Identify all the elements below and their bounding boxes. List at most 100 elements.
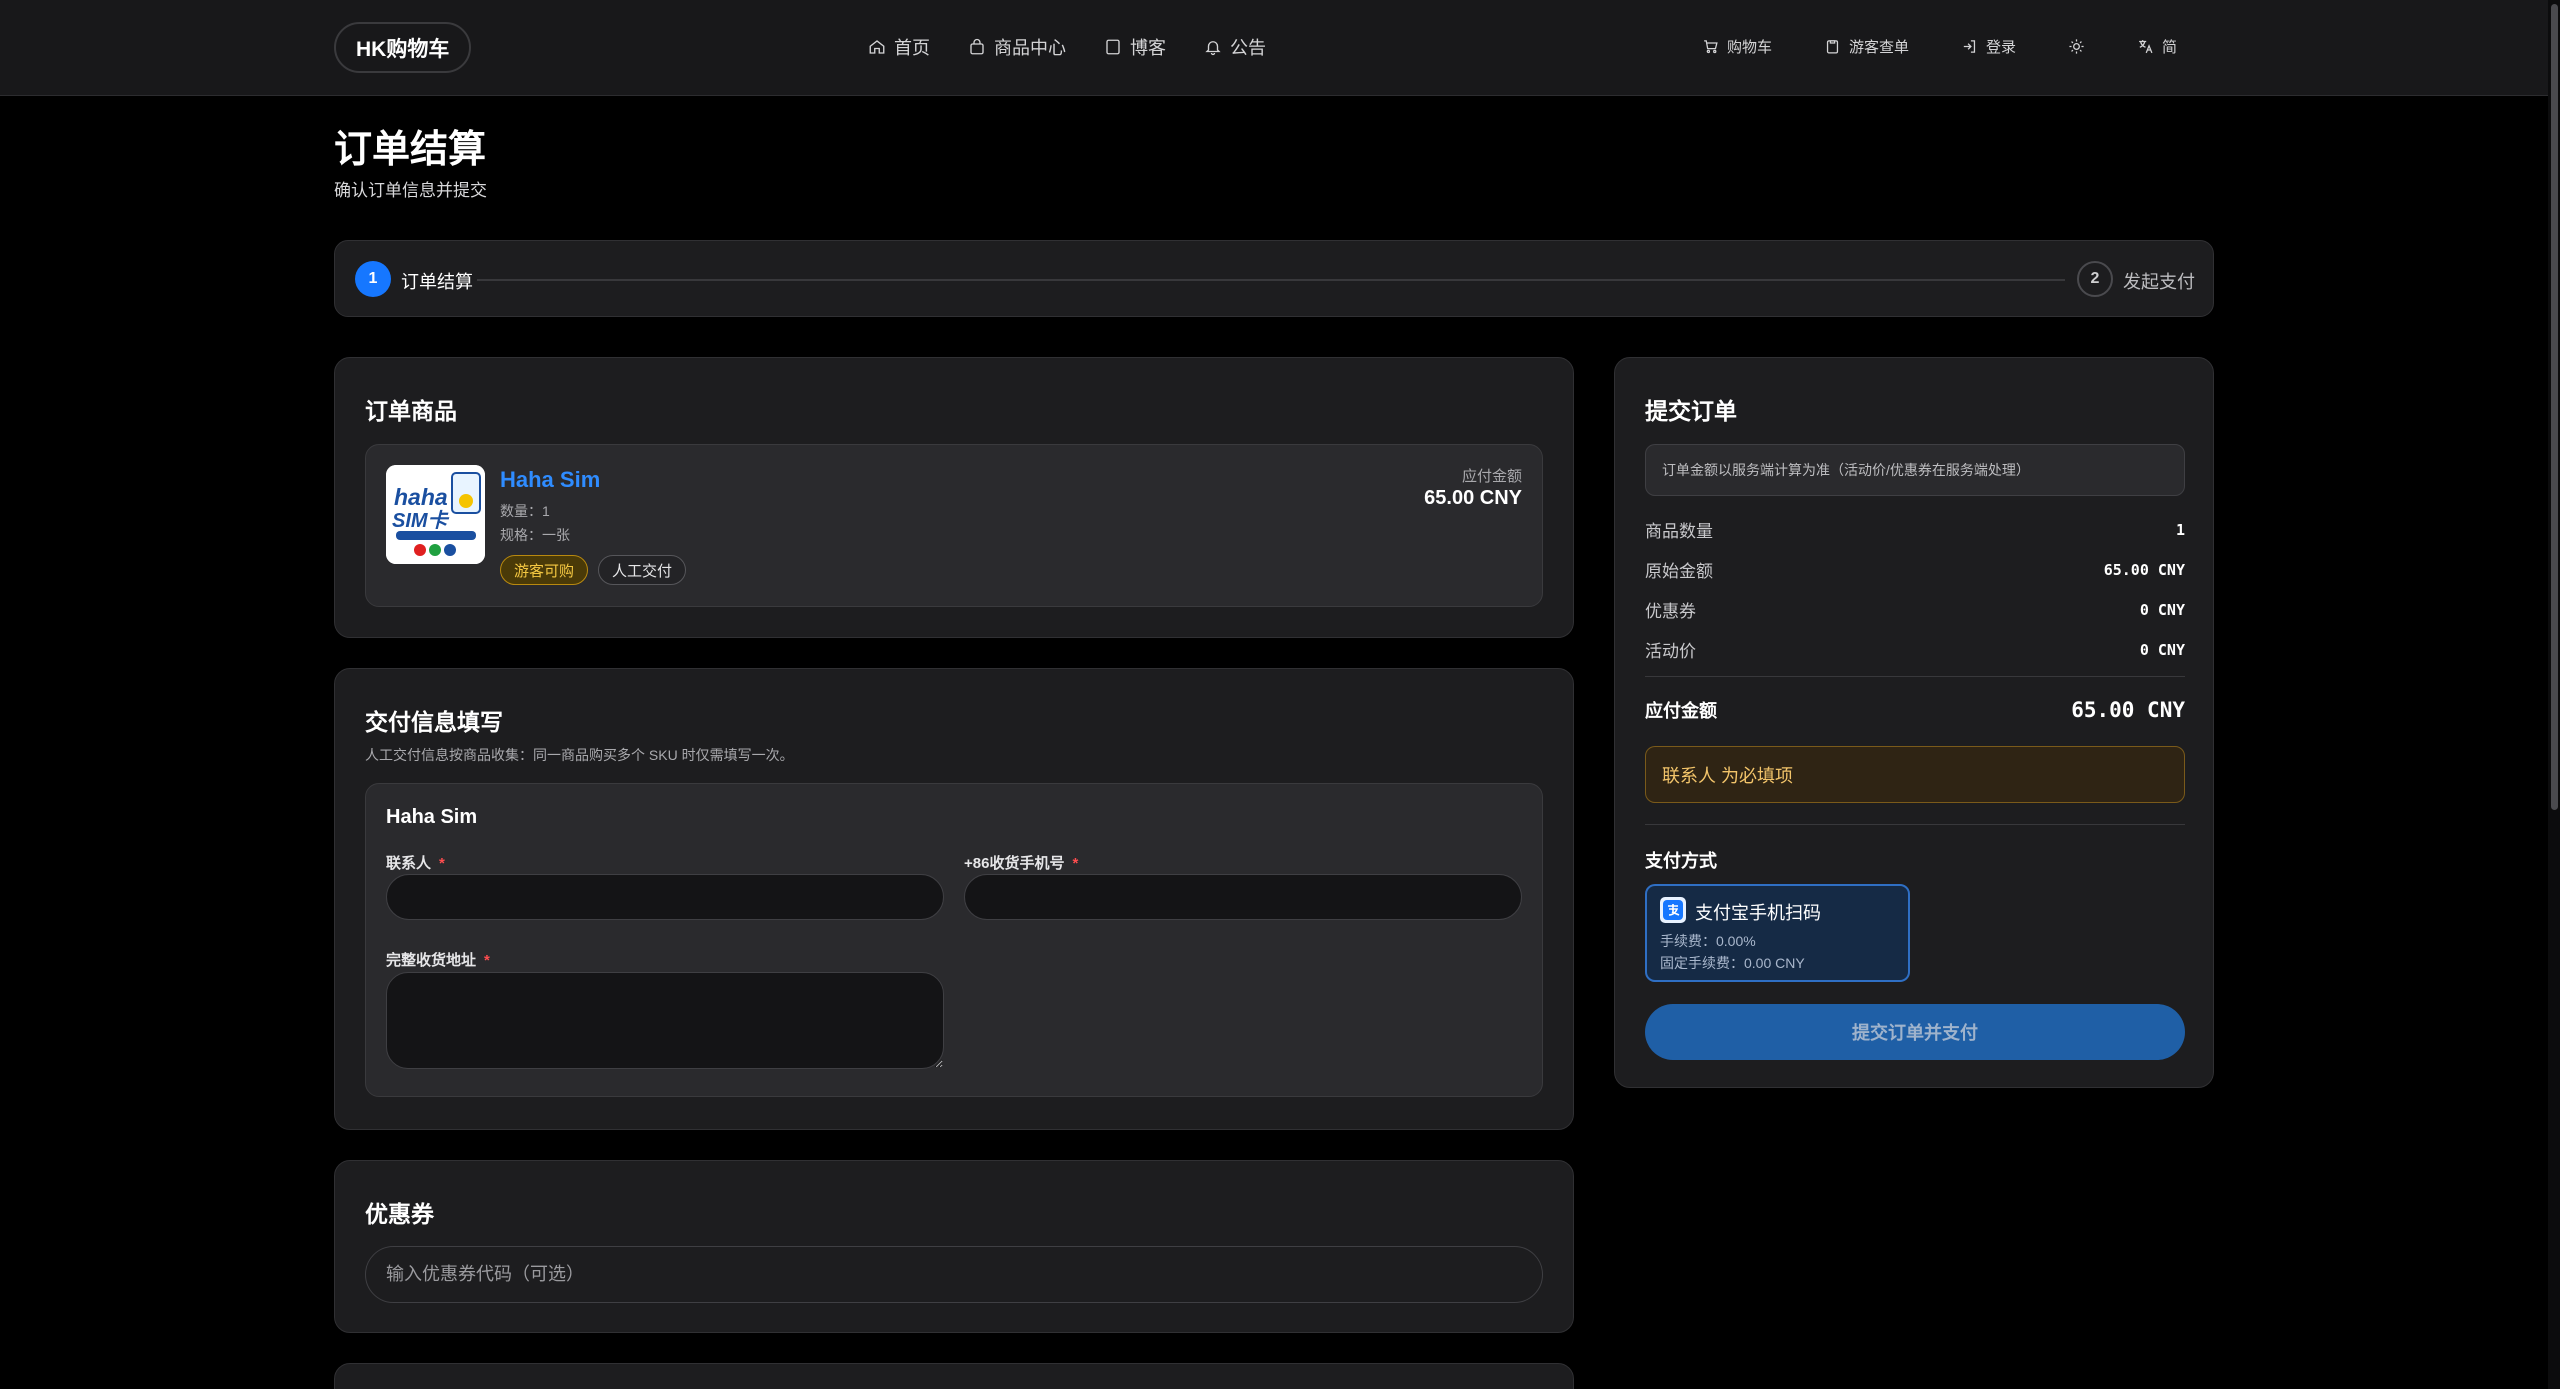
- summary-original-label: 原始金额: [1645, 562, 1713, 581]
- page-subtitle: 确认订单信息并提交: [334, 181, 487, 200]
- nav-products[interactable]: 商品中心: [968, 34, 1066, 60]
- manual-delivery-tag: 人工交付: [598, 555, 687, 585]
- product-name-link[interactable]: Haha Sim: [500, 467, 600, 493]
- contact-label: 联系人 *: [386, 852, 445, 873]
- payable-amount-label: 应付金额: [1461, 468, 1522, 485]
- payment-fee-rate: 手续费：0.00%: [1660, 933, 1756, 949]
- payment-method-title: 支付方式: [1645, 851, 1717, 871]
- nav-announcements[interactable]: 公告: [1204, 34, 1266, 60]
- haha-sim-logo: haha SIM卡: [386, 465, 485, 564]
- phone-label-text: +86收货手机号: [964, 855, 1065, 872]
- contact-input[interactable]: [386, 874, 944, 920]
- main-nav: 首页 商品中心 博客 公告: [868, 34, 1266, 60]
- guest-purchase-tag: 游客可购: [500, 555, 589, 585]
- required-marker: *: [439, 855, 445, 872]
- order-items-card: 订单商品 haha SIM卡 Haha Sim 数量：1 规格：一张 游客可购 …: [334, 357, 1574, 638]
- page-title: 订单结算: [334, 129, 487, 171]
- summary-quantity-label: 商品数量: [1645, 522, 1713, 541]
- payment-option-name: 支付宝手机扫码: [1695, 903, 1821, 923]
- translate-icon: [2139, 40, 2153, 54]
- next-section-card: [334, 1363, 1574, 1389]
- summary-coupon-label: 优惠券: [1645, 602, 1696, 621]
- nav-products-label: 商品中心: [994, 38, 1066, 58]
- product-thumbnail[interactable]: haha SIM卡: [386, 465, 485, 564]
- payable-amount-value: 65.00 CNY: [1424, 487, 1522, 509]
- login-icon: [1963, 40, 1976, 53]
- nav-announcements-label: 公告: [1230, 38, 1266, 58]
- required-field-warning: 联系人 为必填项: [1645, 746, 2185, 803]
- login-label: 登录: [1985, 39, 2016, 56]
- summary-row-quantity: 商品数量 1: [1645, 517, 2185, 542]
- step-1-number: 1: [355, 261, 391, 297]
- product-item: haha SIM卡 Haha Sim 数量：1 规格：一张 游客可购 人工交付 …: [365, 444, 1543, 607]
- summary-total-row: 应付金额 65.00 CNY: [1645, 697, 2185, 723]
- header-tools: 购物车 游客查单 登录 简: [1702, 36, 2177, 57]
- summary-promotion-value: 0 CNY: [2139, 640, 2185, 659]
- product-quantity: 数量：1: [500, 503, 550, 519]
- summary-promotion-label: 活动价: [1645, 642, 1696, 661]
- summary-coupon-value: 0 CNY: [2139, 600, 2185, 619]
- clipboard-icon: [1826, 40, 1839, 54]
- logo-text-sim: SIM卡: [392, 509, 450, 532]
- alipay-icon: [1660, 897, 1686, 923]
- cart-link[interactable]: 购物车: [1702, 36, 1772, 57]
- submit-order-button[interactable]: 提交订单并支付: [1645, 1004, 2185, 1060]
- nav-home-label: 首页: [894, 38, 930, 58]
- sun-icon: [2069, 39, 2084, 54]
- contact-label-text: 联系人: [386, 855, 432, 872]
- login-link[interactable]: 登录: [1961, 36, 2016, 57]
- server-pricing-notice: 订单金额以服务端计算为准（活动价/优惠券在服务端处理）: [1645, 444, 2185, 496]
- product-spec: 规格：一张: [500, 527, 570, 543]
- product-tags: 游客可购 人工交付: [500, 555, 687, 585]
- delivery-form: Haha Sim 联系人 * +86收货手机号 * 完整收货地址 *: [365, 783, 1543, 1097]
- brand-logo[interactable]: HK购物车: [334, 22, 472, 73]
- summary-quantity-value: 1: [2175, 520, 2185, 539]
- coupon-input[interactable]: [365, 1246, 1543, 1303]
- payment-option-alipay[interactable]: 支付宝手机扫码 手续费：0.00% 固定手续费：0.00 CNY: [1645, 884, 1910, 982]
- delivery-info-description: 人工交付信息按商品收集：同一商品购买多个 SKU 时仅需填写一次。: [365, 747, 794, 763]
- summary-total-label: 应付金额: [1645, 701, 1717, 721]
- nav-home[interactable]: 首页: [868, 34, 930, 60]
- required-marker: *: [1072, 855, 1079, 872]
- document-icon: [1106, 39, 1120, 55]
- logo-text-haha: haha: [394, 484, 448, 510]
- delivery-form-product: Haha Sim: [386, 806, 478, 828]
- language-label: 简: [2161, 39, 2177, 56]
- summary-divider: [1645, 676, 2185, 677]
- payment-fixed-fee: 固定手续费：0.00 CNY: [1660, 955, 1805, 971]
- required-marker: *: [484, 952, 490, 969]
- order-items-title: 订单商品: [365, 398, 457, 424]
- delivery-info-title: 交付信息填写: [365, 709, 503, 735]
- language-switch[interactable]: 简: [2137, 36, 2177, 57]
- step-1-label: 订单结算: [401, 272, 473, 292]
- theme-toggle[interactable]: [2068, 38, 2085, 55]
- phone-label: +86收货手机号 *: [964, 852, 1078, 873]
- top-navbar: HK购物车 首页 商品中心 博客 公告 购物车 游客查单 登录 简: [0, 0, 2548, 96]
- summary-original-value: 65.00 CNY: [2103, 560, 2185, 579]
- home-icon: [869, 40, 885, 54]
- summary-row-promotion: 活动价 0 CNY: [1645, 637, 2185, 662]
- coupon-title: 优惠券: [365, 1201, 434, 1227]
- address-label: 完整收货地址 *: [386, 949, 490, 970]
- delivery-info-card: 交付信息填写 人工交付信息按商品收集：同一商品购买多个 SKU 时仅需填写一次。…: [334, 668, 1574, 1130]
- address-textarea[interactable]: [386, 972, 944, 1069]
- guest-orders-link[interactable]: 游客查单: [1824, 36, 1909, 57]
- cart-label: 购物车: [1726, 39, 1772, 56]
- nav-blog-label: 博客: [1130, 38, 1166, 58]
- coupon-card: 优惠券: [334, 1160, 1574, 1333]
- cart-icon: [1704, 40, 1718, 54]
- phone-input[interactable]: [964, 874, 1522, 920]
- summary-total-value: 65.00 CNY: [2071, 698, 2185, 722]
- step-2-number: 2: [2077, 261, 2113, 297]
- scrollbar-thumb[interactable]: [2551, 4, 2558, 810]
- scrollbar[interactable]: [2548, 0, 2560, 1389]
- bell-icon: [1205, 41, 1221, 56]
- step-2-label: 发起支付: [2123, 272, 2195, 292]
- address-label-text: 完整收货地址: [386, 952, 477, 969]
- checkout-stepper: 1 订单结算 2 发起支付: [334, 240, 2214, 317]
- guest-orders-label: 游客查单: [1848, 39, 1909, 56]
- summary-divider: [1645, 824, 2185, 825]
- bag-icon: [970, 38, 984, 55]
- nav-blog[interactable]: 博客: [1104, 34, 1166, 60]
- step-connector: [477, 279, 2065, 281]
